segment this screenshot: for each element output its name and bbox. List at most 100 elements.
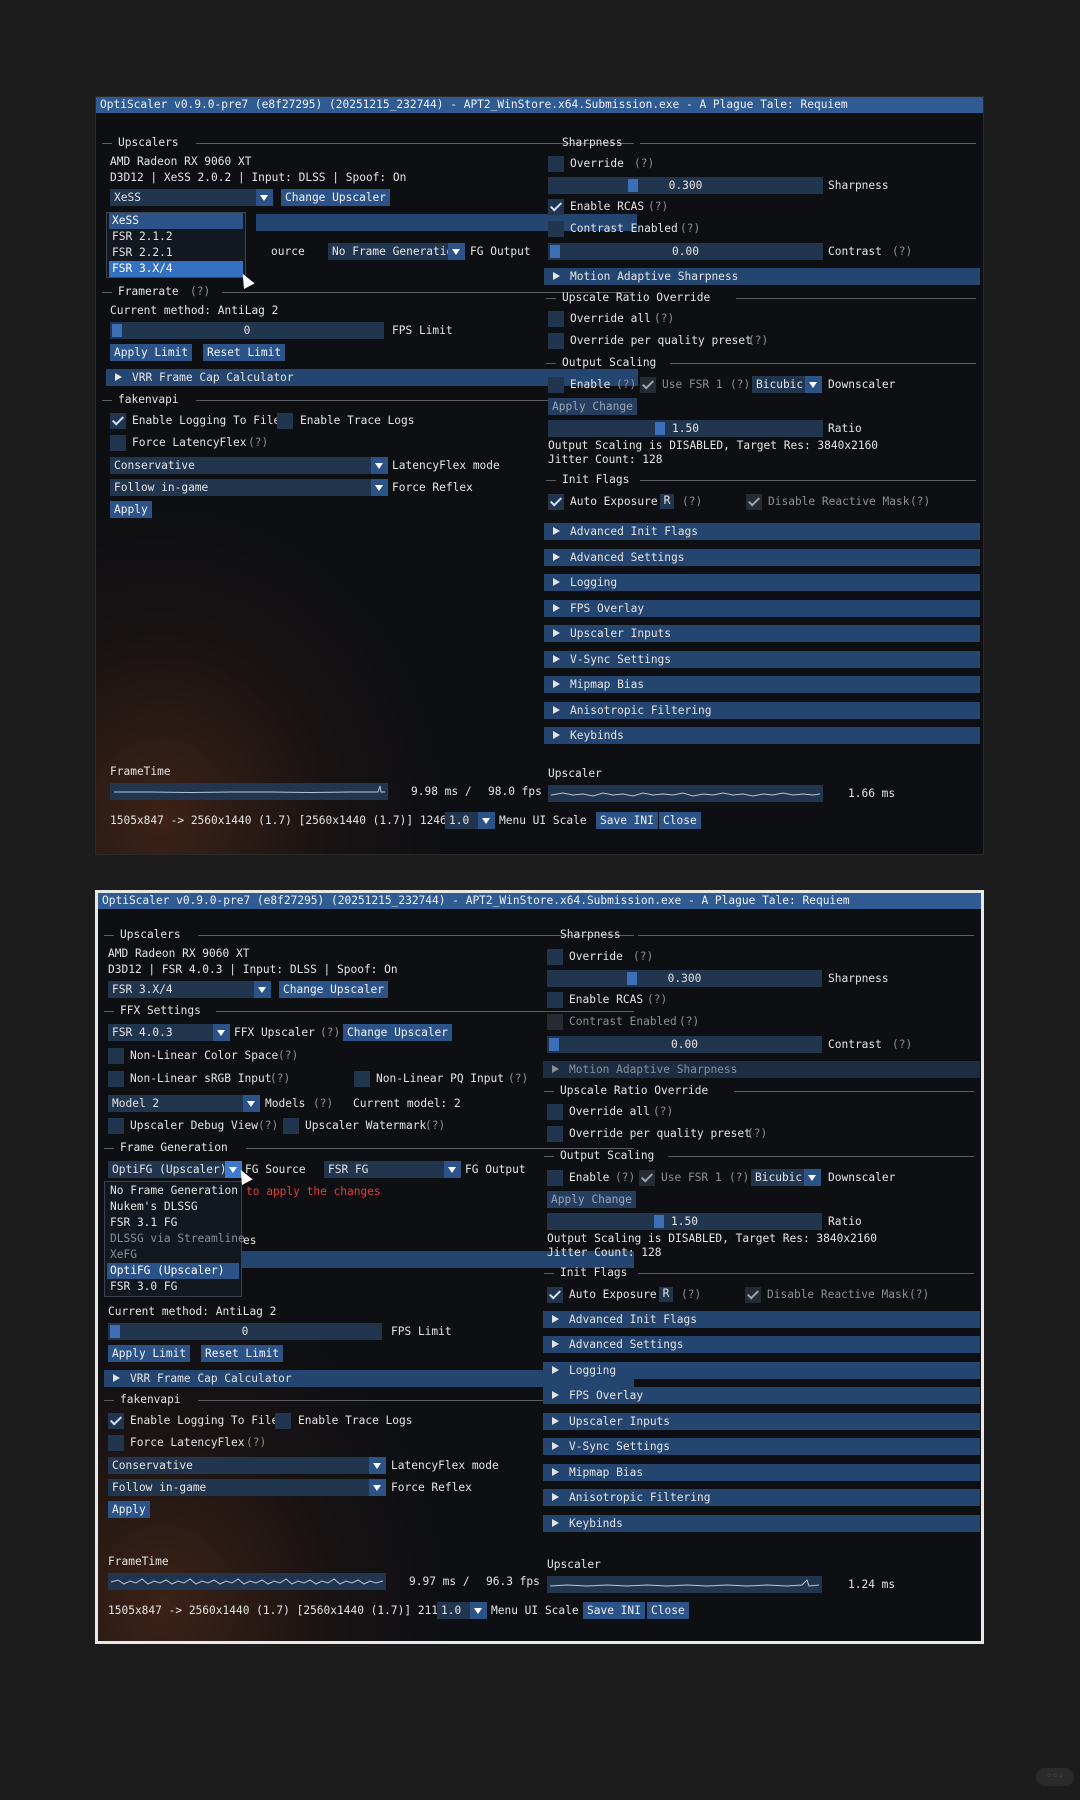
enable-trace-checkbox[interactable]	[277, 413, 293, 429]
section-anisotropic-filtering[interactable]: Anisotropic Filtering	[544, 702, 980, 719]
contrast-slider[interactable]: 0.00	[547, 1036, 822, 1053]
section-fps-overlay[interactable]: FPS Overlay	[544, 600, 980, 617]
help-marker[interactable]: (?)	[246, 1436, 266, 1450]
fps-limit-slider[interactable]: 0	[108, 1323, 382, 1340]
change-upscaler-button[interactable]: Change Upscaler	[279, 981, 389, 998]
help-marker[interactable]: (?)	[508, 1072, 528, 1086]
help-marker[interactable]: (?)	[616, 378, 636, 392]
apply-change-button[interactable]: Apply Change	[548, 398, 637, 415]
auto-exposure-checkbox[interactable]	[547, 1287, 563, 1303]
models-combo[interactable]: Model 2	[108, 1095, 260, 1112]
override-per-preset-checkbox[interactable]	[548, 333, 564, 349]
override-all-checkbox[interactable]	[548, 311, 564, 327]
help-marker[interactable]: (?)	[747, 1127, 767, 1141]
override-all-checkbox[interactable]	[547, 1104, 563, 1120]
help-marker[interactable]: (?)	[648, 200, 668, 214]
contrast-enabled-checkbox[interactable]	[547, 1014, 563, 1030]
section-keybinds[interactable]: Keybinds	[543, 1515, 980, 1532]
upscaler-combo[interactable]: XeSS	[110, 189, 273, 206]
dropdown-option[interactable]: DLSSG via Streamline	[107, 1231, 245, 1247]
dropdown-option[interactable]: FSR 3.0 FG	[107, 1279, 239, 1295]
change-upscaler-button[interactable]: Change Upscaler	[281, 189, 391, 206]
override-per-preset-checkbox[interactable]	[547, 1126, 563, 1142]
help-marker[interactable]: (?)	[680, 222, 700, 236]
help-marker[interactable]: (?)	[633, 950, 653, 964]
apply-change-button[interactable]: Apply Change	[547, 1191, 636, 1208]
ui-scale-combo[interactable]: 1.0	[445, 812, 495, 829]
help-marker[interactable]: (?)	[681, 1288, 701, 1302]
reset-limit-button[interactable]: Reset Limit	[201, 1345, 284, 1362]
section-mipmap-bias[interactable]: Mipmap Bias	[544, 676, 980, 693]
section-upscaler-inputs[interactable]: Upscaler Inputs	[543, 1413, 980, 1430]
enable-trace-checkbox[interactable]	[275, 1413, 291, 1429]
upscaler-watermark-checkbox[interactable]	[283, 1118, 299, 1134]
help-marker[interactable]: (?)	[278, 1049, 298, 1063]
force-reflex-combo[interactable]: Follow in-game	[108, 1479, 386, 1496]
latencyflex-mode-combo[interactable]: Conservative	[110, 457, 388, 474]
apply-button[interactable]: Apply	[108, 1501, 150, 1518]
save-ini-button[interactable]: Save INI	[596, 812, 658, 829]
section-advanced-settings[interactable]: Advanced Settings	[543, 1336, 980, 1353]
nonlinear-pq-checkbox[interactable]	[354, 1071, 370, 1087]
dropdown-option[interactable]: OptiFG (Upscaler)	[107, 1263, 239, 1279]
save-ini-button[interactable]: Save INI	[583, 1602, 645, 1619]
help-marker[interactable]: (?)	[653, 1105, 673, 1119]
section-upscaler-inputs[interactable]: Upscaler Inputs	[544, 625, 980, 642]
force-latencyflex-checkbox[interactable]	[110, 435, 126, 451]
output-scaling-enable-checkbox[interactable]	[547, 1170, 563, 1186]
section-advanced-init-flags[interactable]: Advanced Init Flags	[544, 523, 980, 540]
close-button[interactable]: Close	[659, 812, 701, 829]
output-scaling-enable-checkbox[interactable]	[548, 377, 564, 393]
latencyflex-mode-combo[interactable]: Conservative	[108, 1457, 386, 1474]
ui-scale-combo[interactable]: 1.0	[437, 1602, 487, 1619]
apply-limit-button[interactable]: Apply Limit	[108, 1345, 191, 1362]
help-marker[interactable]: (?)	[313, 1097, 333, 1111]
dropdown-option[interactable]: No Frame Generation	[107, 1183, 239, 1199]
ffx-change-upscaler-button[interactable]: Change Upscaler	[343, 1024, 453, 1041]
section-logging[interactable]: Logging	[543, 1362, 980, 1379]
help-marker[interactable]: (?)	[270, 1072, 290, 1086]
section-fps-overlay[interactable]: FPS Overlay	[543, 1387, 980, 1404]
help-marker[interactable]: (?)	[682, 495, 702, 509]
sharpness-override-checkbox[interactable]	[547, 949, 563, 965]
force-latencyflex-checkbox[interactable]	[108, 1435, 124, 1451]
help-marker[interactable]: (?)	[320, 1026, 340, 1040]
sharpness-slider[interactable]: 0.300	[548, 177, 823, 194]
downscaler-combo[interactable]: Bicubic	[751, 1169, 821, 1186]
upscaler-debug-view-checkbox[interactable]	[108, 1118, 124, 1134]
contrast-slider[interactable]: 0.00	[548, 243, 823, 260]
sharpness-slider[interactable]: 0.300	[547, 970, 822, 987]
downscaler-combo[interactable]: Bicubic	[752, 376, 822, 393]
dropdown-option[interactable]: FSR 2.1.2	[109, 229, 243, 245]
enable-rcas-checkbox[interactable]	[547, 992, 563, 1008]
section-anisotropic-filtering[interactable]: Anisotropic Filtering	[543, 1489, 980, 1506]
help-marker[interactable]: (?)	[892, 1038, 912, 1052]
section-vsync-settings[interactable]: V-Sync Settings	[544, 651, 980, 668]
force-reflex-combo[interactable]: Follow in-game	[110, 479, 388, 496]
enable-logging-checkbox[interactable]	[110, 413, 126, 429]
dropdown-option[interactable]: FSR 3.X/4	[109, 261, 243, 277]
disable-reactive-mask-checkbox[interactable]	[745, 1287, 761, 1303]
fg-source-combo[interactable]: No Frame Generatio	[328, 243, 465, 260]
enable-logging-checkbox[interactable]	[108, 1413, 124, 1429]
use-fsr1-checkbox[interactable]	[639, 1170, 655, 1186]
close-button[interactable]: Close	[647, 1602, 689, 1619]
section-advanced-init-flags[interactable]: Advanced Init Flags	[543, 1311, 980, 1328]
section-advanced-settings[interactable]: Advanced Settings	[544, 549, 980, 566]
nonlinear-srgb-checkbox[interactable]	[108, 1071, 124, 1087]
section-vsync-settings[interactable]: V-Sync Settings	[543, 1438, 980, 1455]
frame-generation-combo[interactable]: OptiFG (Upscaler)	[108, 1161, 242, 1178]
help-marker[interactable]: (?)	[909, 1288, 929, 1302]
help-marker[interactable]: (?)	[425, 1119, 445, 1133]
motion-adaptive-sharpness-section[interactable]: Motion Adaptive Sharpness	[544, 268, 980, 285]
help-marker[interactable]: (?)	[910, 495, 930, 509]
motion-adaptive-sharpness-section[interactable]: Motion Adaptive Sharpness	[543, 1061, 980, 1078]
dropdown-option[interactable]: FSR 3.1 FG	[107, 1215, 239, 1231]
section-mipmap-bias[interactable]: Mipmap Bias	[543, 1464, 980, 1481]
upscaler-dropdown-list[interactable]: XeSS FSR 2.1.2 FSR 2.2.1 FSR 3.X/4	[106, 212, 246, 278]
dropdown-option[interactable]: Nukem's DLSSG	[107, 1199, 239, 1215]
apply-button[interactable]: Apply	[110, 501, 152, 518]
upscaler-combo[interactable]: FSR 3.X/4	[108, 981, 271, 998]
contrast-enabled-checkbox[interactable]	[548, 221, 564, 237]
help-marker[interactable]: (?)	[679, 1015, 699, 1029]
